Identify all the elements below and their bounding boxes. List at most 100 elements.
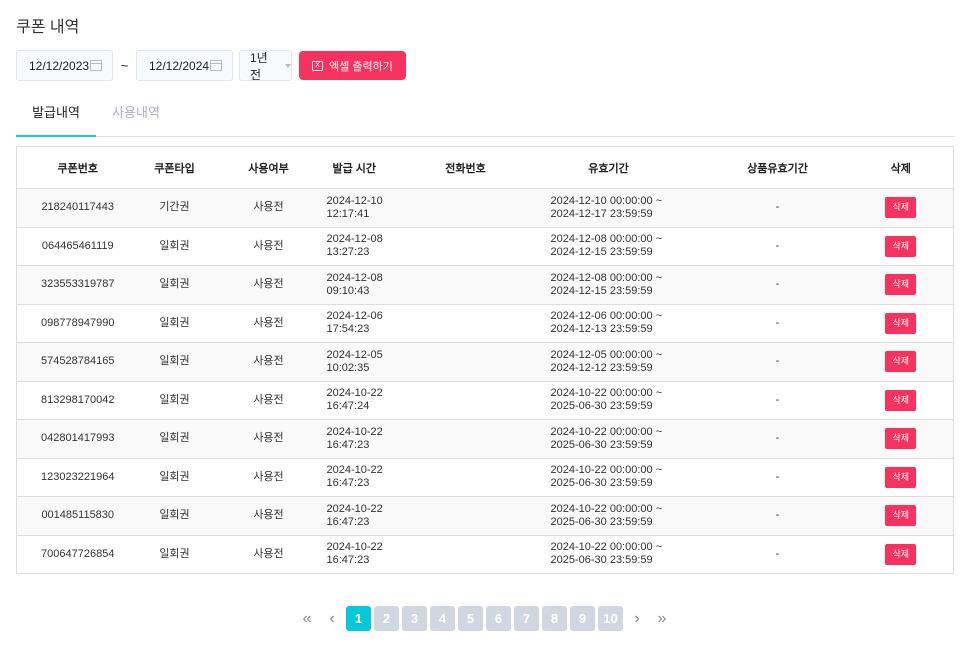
valid-to: 2025-06-30 23:59:59 bbox=[550, 554, 653, 567]
issued-time: 2024-12-08 09:10:43 bbox=[326, 265, 421, 305]
usage-status: 사용전 bbox=[210, 227, 327, 266]
issued-clock: 13:27:23 bbox=[326, 246, 370, 259]
tab-issued[interactable]: 발급내역 bbox=[16, 96, 96, 137]
product-validity: - bbox=[706, 496, 849, 536]
product-validity: - bbox=[706, 419, 849, 459]
issued-date: 2024-10-22 bbox=[326, 464, 383, 477]
validity: 2024-12-10 00:00:00 ~2024-12-17 23:59:59 bbox=[510, 188, 707, 228]
delete-button[interactable]: 삭제 bbox=[885, 351, 917, 373]
delete-button[interactable]: 삭제 bbox=[885, 543, 917, 565]
coupon-table: 쿠폰번호 쿠폰타입 사용여부 발급 시간 전화번호 유효기간 상품유효기간 삭제… bbox=[16, 146, 954, 574]
last-page-icon[interactable]: » bbox=[651, 610, 673, 628]
page-button[interactable]: 6 bbox=[486, 606, 511, 631]
col-usage: 사용여부 bbox=[210, 146, 327, 189]
validity: 2024-10-22 00:00:00 ~2025-06-30 23:59:59 bbox=[510, 381, 707, 420]
issued-clock: 16:47:23 bbox=[326, 554, 370, 567]
table-row: 700647726854 일회권 사용전 2024-10-22 16:47:23 … bbox=[16, 535, 954, 574]
table-row: 098778947990 일회권 사용전 2024-12-06 17:54:23 … bbox=[16, 304, 954, 343]
delete-cell: 삭제 bbox=[848, 342, 954, 382]
coupon-type: 일회권 bbox=[138, 342, 211, 382]
calendar-icon[interactable] bbox=[90, 60, 103, 71]
delete-button[interactable]: 삭제 bbox=[885, 274, 917, 296]
page-button[interactable]: 10 bbox=[598, 606, 623, 631]
issued-time: 2024-10-22 16:47:23 bbox=[326, 419, 421, 459]
product-validity: - bbox=[706, 342, 849, 382]
product-validity: - bbox=[706, 304, 849, 343]
phone bbox=[420, 458, 511, 497]
issued-time: 2024-10-22 16:47:23 bbox=[326, 458, 421, 497]
next-page-icon[interactable]: › bbox=[626, 610, 648, 628]
page-button[interactable]: 7 bbox=[514, 606, 539, 631]
pagination: « ‹ 1 2 3 4 5 6 7 8 9 10 › » bbox=[296, 606, 673, 631]
validity: 2024-10-22 00:00:00 ~2025-06-30 23:59:59 bbox=[510, 496, 707, 536]
issued-time: 2024-10-22 16:47:23 bbox=[326, 535, 421, 574]
calendar-icon[interactable] bbox=[210, 60, 223, 71]
delete-cell: 삭제 bbox=[848, 381, 954, 420]
delete-button[interactable]: 삭제 bbox=[885, 235, 917, 257]
valid-to: 2024-12-17 23:59:59 bbox=[550, 207, 653, 220]
valid-from: 2024-12-06 00:00:00 ~ bbox=[550, 310, 663, 323]
delete-cell: 삭제 bbox=[848, 419, 954, 459]
table-header: 쿠폰번호 쿠폰타입 사용여부 발급 시간 전화번호 유효기간 상품유효기간 삭제 bbox=[16, 146, 954, 189]
tab-used[interactable]: 사용내역 bbox=[96, 96, 176, 136]
valid-from: 2024-10-22 00:00:00 ~ bbox=[550, 425, 663, 438]
coupon-type: 일회권 bbox=[138, 535, 211, 574]
first-page-icon[interactable]: « bbox=[296, 610, 318, 628]
delete-button[interactable]: 삭제 bbox=[885, 466, 917, 488]
chevron-down-icon bbox=[285, 63, 291, 68]
issued-date: 2024-10-22 bbox=[326, 425, 383, 438]
valid-to: 2025-06-30 23:59:59 bbox=[550, 515, 653, 528]
product-validity: - bbox=[706, 535, 849, 574]
date-separator: ~ bbox=[120, 58, 129, 73]
issued-time: 2024-10-22 16:47:23 bbox=[326, 496, 421, 536]
coupon-type: 일회권 bbox=[138, 304, 211, 343]
issued-time: 2024-12-06 17:54:23 bbox=[326, 304, 421, 343]
valid-to: 2024-12-15 23:59:59 bbox=[550, 284, 653, 297]
page-button[interactable]: 2 bbox=[374, 606, 399, 631]
issued-clock: 16:47:23 bbox=[326, 515, 370, 528]
delete-button[interactable]: 삭제 bbox=[885, 505, 917, 527]
usage-status: 사용전 bbox=[210, 496, 327, 536]
delete-button[interactable]: 삭제 bbox=[885, 389, 917, 411]
page-button[interactable]: 8 bbox=[542, 606, 567, 631]
valid-from: 2024-10-22 00:00:00 ~ bbox=[550, 387, 663, 400]
table-row: 323553319787 일회권 사용전 2024-12-08 09:10:43 … bbox=[16, 265, 954, 305]
product-validity: - bbox=[706, 265, 849, 305]
page-button[interactable]: 1 bbox=[346, 606, 371, 631]
validity: 2024-12-06 00:00:00 ~2024-12-13 23:59:59 bbox=[510, 304, 707, 343]
validity: 2024-12-05 00:00:00 ~2024-12-12 23:59:59 bbox=[510, 342, 707, 382]
period-select[interactable]: 1년 전 bbox=[239, 50, 292, 82]
start-date-input[interactable]: 12/12/2023 bbox=[16, 50, 113, 81]
phone bbox=[420, 265, 511, 305]
delete-cell: 삭제 bbox=[848, 265, 954, 305]
coupon-no: 042801417993 bbox=[16, 419, 139, 459]
excel-icon: X bbox=[312, 60, 324, 71]
delete-button[interactable]: 삭제 bbox=[885, 197, 917, 219]
table-row: 218240117443 기간권 사용전 2024-12-10 12:17:41 … bbox=[16, 188, 954, 228]
table-row: 574528784165 일회권 사용전 2024-12-05 10:02:35 … bbox=[16, 342, 954, 382]
page-button[interactable]: 5 bbox=[458, 606, 483, 631]
end-date-input[interactable]: 12/12/2024 bbox=[136, 50, 233, 81]
issued-time: 2024-12-05 10:02:35 bbox=[326, 342, 421, 382]
coupon-no: 098778947990 bbox=[16, 304, 139, 343]
prev-page-icon[interactable]: ‹ bbox=[321, 610, 343, 628]
coupon-no: 123023221964 bbox=[16, 458, 139, 497]
valid-from: 2024-10-22 00:00:00 ~ bbox=[550, 541, 663, 554]
issued-date: 2024-10-22 bbox=[326, 541, 383, 554]
excel-export-button[interactable]: X 엑셀 출력하기 bbox=[299, 51, 406, 80]
page-button[interactable]: 3 bbox=[402, 606, 427, 631]
page-button[interactable]: 4 bbox=[430, 606, 455, 631]
valid-from: 2024-12-08 00:00:00 ~ bbox=[550, 233, 663, 246]
issued-time: 2024-12-10 12:17:41 bbox=[326, 188, 421, 228]
coupon-no: 218240117443 bbox=[16, 188, 139, 228]
usage-status: 사용전 bbox=[210, 381, 327, 420]
page-button[interactable]: 9 bbox=[570, 606, 595, 631]
issued-clock: 17:54:23 bbox=[326, 323, 370, 336]
valid-to: 2025-06-30 23:59:59 bbox=[550, 477, 653, 490]
issued-date: 2024-10-22 bbox=[326, 387, 383, 400]
validity: 2024-12-08 00:00:00 ~2024-12-15 23:59:59 bbox=[510, 265, 707, 305]
valid-from: 2024-12-05 00:00:00 ~ bbox=[550, 348, 663, 361]
valid-from: 2024-10-22 00:00:00 ~ bbox=[550, 464, 663, 477]
delete-button[interactable]: 삭제 bbox=[885, 312, 917, 334]
delete-button[interactable]: 삭제 bbox=[885, 428, 917, 450]
